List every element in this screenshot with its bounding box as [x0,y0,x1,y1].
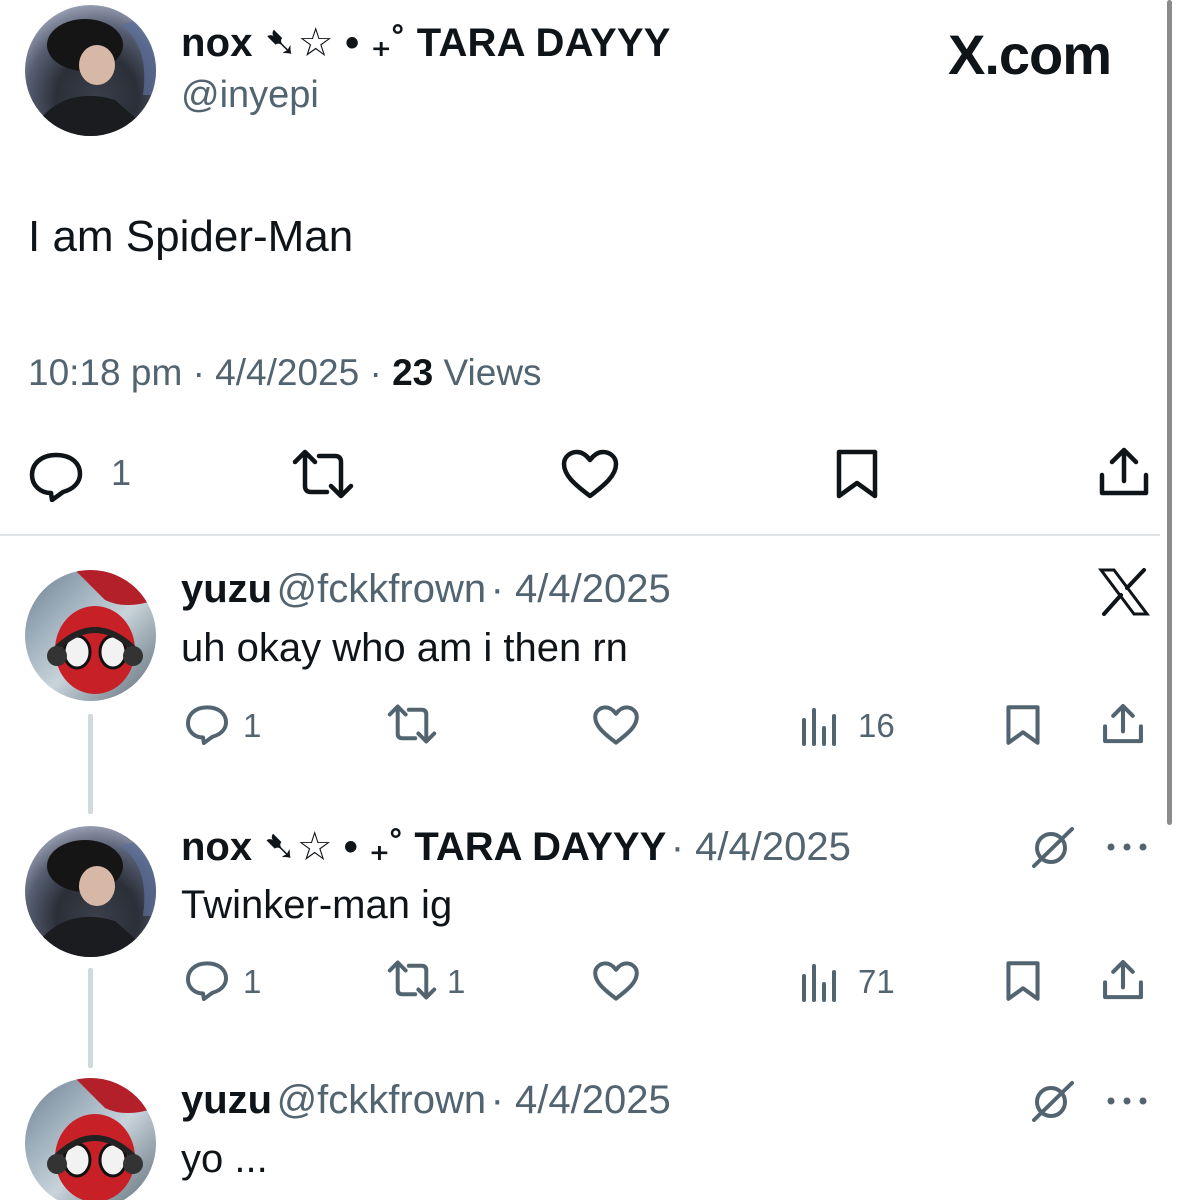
author-display-name[interactable]: nox ➷☆ • ₊˚ TARA DAYYY [181,20,671,66]
share-button[interactable] [1101,702,1145,746]
like-button[interactable] [560,448,620,500]
reply-icon [29,452,83,502]
reply-avatar[interactable] [25,1078,156,1200]
reply-avatar[interactable] [25,570,156,701]
bookmark-button[interactable] [1004,704,1042,746]
tweet-time[interactable]: 10:18 pm [28,352,182,393]
reply-avatar[interactable] [25,826,156,957]
reply-count: 1 [243,707,262,744]
like-button[interactable] [592,960,640,1002]
reply-button[interactable] [184,703,230,745]
repost-count: 1 [447,963,466,1000]
reply-display-name[interactable]: nox ➷☆ • ₊˚ TARA DAYYY [181,825,666,869]
views-label: Views [443,352,542,393]
share-icon [1103,704,1143,744]
reply-text: yo ... [181,1137,268,1181]
reply-text: Twinker-man ig [181,883,453,927]
repost-icon [387,960,437,1000]
bookmark-button[interactable] [834,448,880,500]
tweet-text: I am Spider-Man [28,212,354,261]
heart-icon [593,705,639,745]
repost-icon [387,704,437,744]
reply-header: nox ➷☆ • ₊˚ TARA DAYYY · 4/4/2025 [181,824,851,870]
page: nox ➷☆ • ₊˚ TARA DAYYY @inyepi X.com I a… [0,0,1180,1200]
bookmark-button[interactable] [1004,960,1042,1002]
views-count: 23 [392,352,434,393]
tweet-meta: 10:18 pm · 4/4/2025 · 23 Views [28,352,542,394]
share-button[interactable] [1097,445,1151,499]
repost-button[interactable] [385,959,439,1001]
meta-separator: · [369,352,393,393]
meta-separator: · [192,352,216,393]
reply-date[interactable]: · 4/4/2025 [491,1078,671,1122]
avatar-photo-icon [25,15,156,136]
views-count: 71 [858,963,895,1000]
avatar-photo-icon [25,836,156,957]
reply-date[interactable]: · 4/4/2025 [491,567,671,611]
reply-display-name[interactable]: yuzu [181,1078,272,1122]
x-logo-icon[interactable] [1098,567,1150,617]
spiderman-avatar-icon [47,1078,156,1200]
reply-count: 1 [111,452,132,493]
repost-button[interactable] [385,703,439,745]
views-count: 16 [858,707,895,744]
reply-icon [185,961,229,1001]
author-handle[interactable]: @inyepi [181,74,319,117]
spiderman-avatar-icon [47,570,156,694]
reply-header: yuzu @fckkfrown · 4/4/2025 [181,1078,671,1123]
analytics-icon [802,964,836,1002]
reply-display-name[interactable]: yuzu [181,567,272,611]
share-icon [1099,447,1149,496]
author-avatar[interactable] [25,5,156,136]
bookmark-icon [1006,961,1040,1001]
share-icon [1103,960,1143,1000]
reply-count: 1 [243,963,262,1000]
thread-line [88,968,93,1068]
views-button[interactable] [800,706,840,746]
reply-handle[interactable]: @fckkfrown [277,567,487,611]
reply-icon [185,705,229,745]
reply-handle[interactable]: @fckkfrown [277,1078,487,1122]
reply-button[interactable] [27,450,85,502]
bookmark-icon [836,449,878,499]
tweet-date[interactable]: 4/4/2025 [215,352,359,393]
like-button[interactable] [592,704,640,746]
repost-button[interactable] [289,448,357,500]
reply-date[interactable]: · 4/4/2025 [671,825,851,869]
brand-logo: X.com [948,23,1112,86]
thread-line [88,714,93,814]
analytics-icon [802,708,836,746]
heart-icon [593,961,639,1001]
more-options-icon[interactable] [1106,1096,1148,1106]
more-options-icon[interactable] [1106,842,1148,852]
heart-icon [561,449,619,499]
divider [0,534,1160,536]
grok-icon[interactable] [1030,826,1076,868]
views-button[interactable] [800,962,840,1002]
scrollbar[interactable] [1167,0,1172,825]
bookmark-icon [1006,705,1040,745]
share-button[interactable] [1101,958,1145,1002]
grok-icon[interactable] [1030,1080,1076,1122]
reply-header: yuzu @fckkfrown · 4/4/2025 [181,567,671,612]
reply-text: uh okay who am i then rn [181,626,628,670]
repost-icon [292,449,354,499]
reply-button[interactable] [184,959,230,1001]
